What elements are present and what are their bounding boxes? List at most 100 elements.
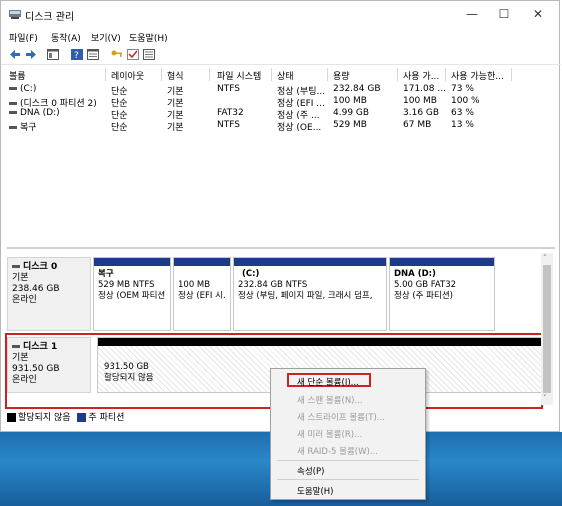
pane-splitter[interactable] <box>7 247 555 249</box>
scrollbar-thumb[interactable] <box>543 265 551 393</box>
volume-capacity: 232.84 GB <box>333 84 381 94</box>
volume-icon <box>9 87 17 90</box>
partition-name: (C:) <box>242 269 260 279</box>
volume-percent: 63 % <box>451 108 474 118</box>
menu-action[interactable]: 동작(A) <box>51 31 81 44</box>
disk-status: 온라인 <box>12 295 37 305</box>
menu-new-raid5-volume[interactable]: 새 RAID-5 볼륨(W)... <box>297 445 378 457</box>
menu-help-item[interactable]: 도움말(H) <box>297 485 333 497</box>
menu-new-striped-volume[interactable]: 새 스트라이프 볼륨(T)... <box>297 411 385 423</box>
menu-file[interactable]: 파일(F) <box>9 31 38 44</box>
close-button[interactable]: ✕ <box>523 5 553 23</box>
col-type[interactable]: 형식 <box>167 69 184 82</box>
volume-type: 기본 <box>167 123 184 133</box>
volume-name: 복구 <box>9 120 105 133</box>
legend-unallocated: 할당되지 않음 <box>18 413 71 423</box>
volume-capacity: 4.99 GB <box>333 108 370 118</box>
col-filesystem[interactable]: 파일 시스템 <box>217 69 261 82</box>
title-bar: 디스크 관리 — ☐ ✕ <box>1 1 561 27</box>
volume-free: 100 MB <box>403 96 437 106</box>
disk-management-icon <box>9 10 21 19</box>
unallocated-swatch <box>7 413 16 422</box>
volume-icon <box>9 126 17 129</box>
disk-title: 디스크 0 <box>23 262 58 272</box>
volume-table-header: 볼륨 레이아웃 형식 파일 시스템 상태 용량 사용 가... 사용 가능한..… <box>7 68 549 82</box>
partition-status: 정상 (주 파티션) <box>394 291 453 301</box>
menu-new-spanned-volume[interactable]: 새 스팬 볼륨(N)... <box>297 394 363 406</box>
volume-icon <box>9 102 17 105</box>
table-row[interactable]: (C:) 단순 기본 NTFS 정상 (부팅... 232.84 GB 171.… <box>7 84 547 97</box>
primary-partition-swatch <box>77 413 87 422</box>
partition-status: 정상 (OEM 파티션 <box>98 291 166 301</box>
partition-status: 정상 (EFI 시. <box>178 291 226 301</box>
check-icon[interactable] <box>127 49 139 60</box>
menu-separator <box>277 460 419 461</box>
svg-text:?: ? <box>74 51 79 60</box>
scroll-down-icon[interactable]: ˅ <box>543 394 547 402</box>
partition-size: 100 MB <box>178 280 211 290</box>
partition-recovery[interactable]: 복구 529 MB NTFS 정상 (OEM 파티션 <box>93 257 171 331</box>
vertical-scrollbar[interactable]: ˄ ˅ <box>541 253 553 405</box>
menu-new-mirrored-volume[interactable]: 새 미러 볼륨(R)... <box>297 428 362 440</box>
volume-name: (C:) <box>9 84 105 94</box>
volume-free: 67 MB <box>403 120 432 130</box>
partition-status: 정상 (부팅, 페이지 파일, 크래시 덤프, <box>238 291 373 301</box>
context-menu: 새 단순 볼륨(I)... 새 스팬 볼륨(N)... 새 스트라이프 볼륨(T… <box>270 368 426 500</box>
partition-size: 5.00 GB FAT32 <box>394 280 457 290</box>
col-status[interactable]: 상태 <box>277 69 294 82</box>
window-title: 디스크 관리 <box>25 12 75 23</box>
volume-filesystem: NTFS <box>217 120 240 130</box>
partition-size: 232.84 GB NTFS <box>238 280 308 290</box>
properties-icon[interactable] <box>87 49 99 60</box>
col-volume[interactable]: 볼륨 <box>9 69 26 82</box>
list-icon[interactable] <box>143 49 155 60</box>
disk-size: 238.46 GB <box>12 284 60 294</box>
volume-name: DNA (D:) <box>9 108 105 118</box>
toolbar: ? <box>1 46 561 65</box>
volume-capacity: 100 MB <box>333 96 367 106</box>
volume-free: 3.16 GB <box>403 108 440 118</box>
partition-name: 복구 <box>98 269 114 279</box>
partition-name: DNA (D:) <box>394 269 436 279</box>
volume-percent: 73 % <box>451 84 474 94</box>
volume-percent: 13 % <box>451 120 474 130</box>
table-row[interactable]: (디스크 0 파티션 2) 단순 기본 정상 (EFI ... 100 MB 1… <box>7 96 547 109</box>
menu-help[interactable]: 도움말(H) <box>129 31 168 44</box>
menu-properties[interactable]: 속성(P) <box>297 465 324 477</box>
volume-filesystem: FAT32 <box>217 108 244 118</box>
menu-new-simple-volume[interactable]: 새 단순 볼륨(I)... <box>297 376 359 388</box>
volume-filesystem: NTFS <box>217 84 240 94</box>
table-row[interactable]: DNA (D:) 단순 기본 FAT32 정상 (주 ... 4.99 GB 3… <box>7 108 547 121</box>
disk-icon <box>12 265 20 268</box>
disk-0-label[interactable]: 디스크 0 기본 238.46 GB 온라인 <box>7 257 91 331</box>
partition-d[interactable]: DNA (D:) 5.00 GB FAT32 정상 (주 파티션) <box>389 257 495 331</box>
menu-bar: 파일(F) 동작(A) 보기(V) 도움말(H) <box>1 29 561 45</box>
menu-view[interactable]: 보기(V) <box>91 31 121 44</box>
forward-arrow-icon[interactable] <box>25 49 37 60</box>
partition-name <box>178 269 226 280</box>
legend-primary-partition: 주 파티션 <box>88 413 125 423</box>
key-icon[interactable] <box>111 49 123 60</box>
col-percent-free[interactable]: 사용 가능한... <box>451 69 504 82</box>
col-capacity[interactable]: 용량 <box>333 69 350 82</box>
menu-separator <box>277 479 419 480</box>
minimize-button[interactable]: — <box>457 5 487 23</box>
maximize-button[interactable]: ☐ <box>489 5 519 23</box>
volume-capacity: 529 MB <box>333 120 367 130</box>
disk-type: 기본 <box>12 273 29 283</box>
volume-icon <box>9 111 17 114</box>
volume-percent: 100 % <box>451 96 480 106</box>
volume-layout: 단순 <box>111 123 128 133</box>
partition-size: 529 MB NTFS <box>98 280 155 290</box>
partition-efi[interactable]: 100 MB 정상 (EFI 시. <box>173 257 231 331</box>
back-arrow-icon[interactable] <box>9 49 21 60</box>
table-row[interactable]: 복구 단순 기본 NTFS 정상 (OE... 529 MB 67 MB 13 … <box>7 120 547 133</box>
partition-c[interactable]: (C:) 232.84 GB NTFS 정상 (부팅, 페이지 파일, 크래시 … <box>233 257 387 331</box>
col-free-space[interactable]: 사용 가... <box>403 69 439 82</box>
volume-free: 171.08 ... <box>403 84 446 94</box>
volume-status: 정상 (OE... <box>277 123 322 133</box>
help-icon[interactable]: ? <box>71 49 83 60</box>
console-icon[interactable] <box>47 49 59 60</box>
scroll-up-icon[interactable]: ˄ <box>543 254 547 262</box>
col-layout[interactable]: 레이아웃 <box>111 69 144 82</box>
